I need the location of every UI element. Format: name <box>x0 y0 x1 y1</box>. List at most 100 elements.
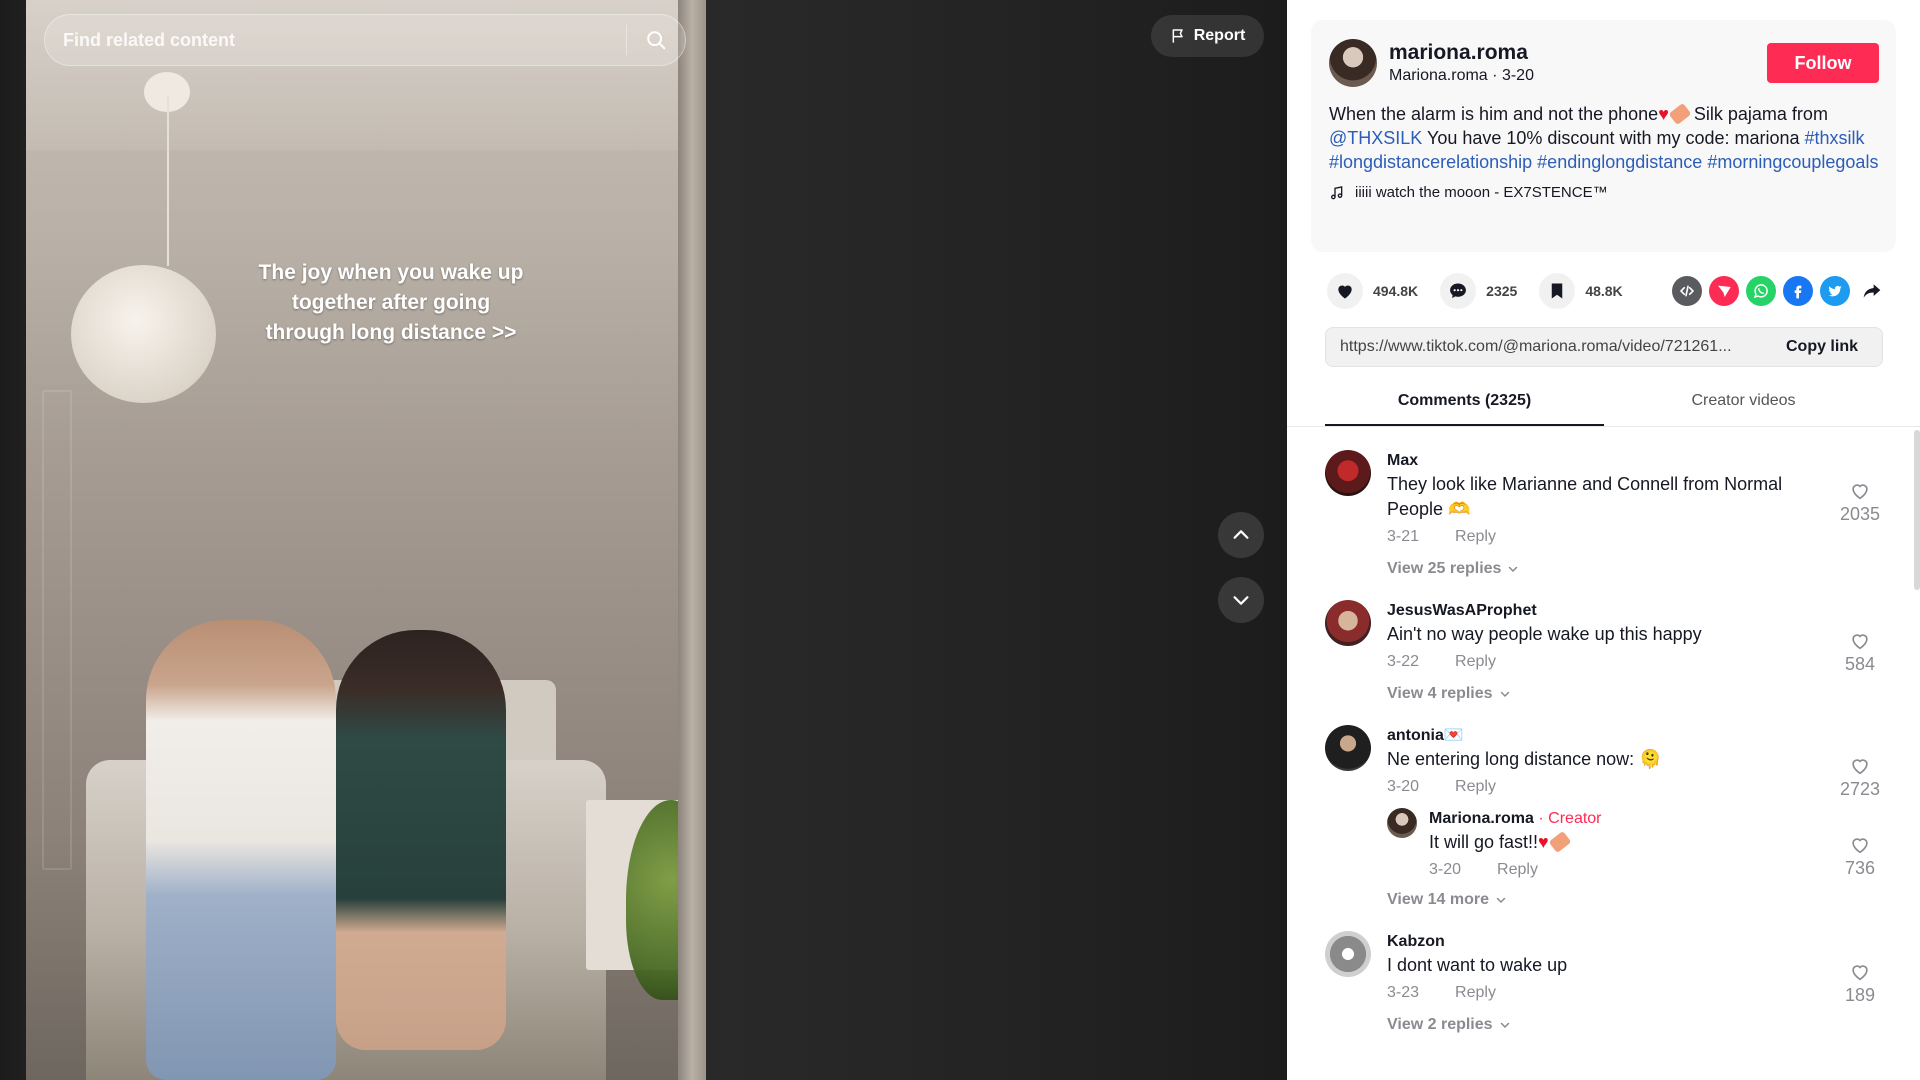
comments-scrollbar[interactable] <box>1914 430 1920 590</box>
reply-button[interactable]: Reply <box>1455 778 1496 796</box>
comment-like-count: 584 <box>1844 654 1876 674</box>
video-lamp-cord <box>167 96 169 266</box>
video-caption-line: through long distance >> <box>265 321 517 344</box>
author-username[interactable]: mariona.roma <box>1389 41 1767 65</box>
share-arrow-icon[interactable] <box>1857 276 1887 306</box>
reply-username-line: Mariona.roma · Creator <box>1429 808 1885 830</box>
send-glyph <box>1718 285 1731 297</box>
chevron-down-icon <box>1496 897 1506 904</box>
comment-username[interactable]: JesusWasAProphet <box>1387 600 1885 622</box>
comment-like-button[interactable]: 2723 <box>1835 755 1885 800</box>
reply-body: Mariona.roma · Creator It will go fast!!… <box>1429 808 1885 879</box>
video-caption-line: together after going <box>291 291 491 314</box>
comment-body: Kabzon I dont want to wake up 3-23 Reply… <box>1387 931 1885 1034</box>
video-caption-line: The joy when you wake up <box>258 261 524 284</box>
reply-like-button[interactable]: 736 <box>1835 834 1885 879</box>
comment-meta: 3-22 Reply <box>1387 653 1885 671</box>
copy-link-button[interactable]: Copy link <box>1762 338 1882 356</box>
description-text: You have 10% discount with my code: mari… <box>1422 128 1805 148</box>
whatsapp-icon[interactable] <box>1746 276 1776 306</box>
previous-video-button[interactable] <box>1218 512 1264 558</box>
comment-text: Ne entering long distance now: 🫠 <box>1387 749 1662 769</box>
reply-avatar[interactable] <box>1387 808 1417 838</box>
tab-creator-videos[interactable]: Creator videos <box>1604 384 1883 426</box>
comment-body: antonia💌 Ne entering long distance now: … <box>1387 725 1885 909</box>
post-date: 3-20 <box>1501 67 1534 84</box>
reply-text-line: It will go fast!!♥ <box>1429 830 1809 855</box>
hashtag-link[interactable]: #thxsilk <box>1805 128 1865 148</box>
author-avatar[interactable] <box>1329 39 1377 87</box>
reply-username[interactable]: Mariona.roma <box>1429 810 1534 827</box>
info-panel: mariona.roma Mariona.roma · 3-20 Follow … <box>1287 0 1920 1080</box>
comment-like-count: 2035 <box>1839 504 1881 524</box>
comment-icon <box>1450 283 1467 299</box>
video-person-man <box>146 620 336 1080</box>
heart-emoji-icon: ♥ <box>1538 832 1549 852</box>
follow-button[interactable]: Follow <box>1767 43 1879 83</box>
comment-date: 3-21 <box>1387 528 1420 545</box>
reply-button[interactable]: Reply <box>1455 653 1496 671</box>
view-more-button[interactable]: View 14 more <box>1387 891 1885 909</box>
commenter-avatar[interactable] <box>1325 600 1371 646</box>
embed-icon[interactable] <box>1672 276 1702 306</box>
report-button[interactable]: Report <box>1151 15 1264 57</box>
author-nickname: Mariona.roma <box>1389 67 1488 84</box>
twitter-icon[interactable] <box>1820 276 1850 306</box>
reply-text: It will go fast!! <box>1429 832 1539 852</box>
hashtag-link[interactable]: #morningcouplegoals <box>1707 152 1878 172</box>
commenter-avatar[interactable] <box>1325 450 1371 496</box>
heart-emoji-icon: ♥ <box>1658 104 1669 124</box>
description-text: Silk pajama from <box>1688 104 1828 124</box>
view-more-label: View 14 more <box>1387 891 1489 908</box>
comment-username[interactable]: Max <box>1387 450 1885 472</box>
music-row[interactable]: iiiii watch the mooon - EX7STENCE™ <box>1329 184 1878 201</box>
hashtag-link[interactable]: #endinglongdistance <box>1537 152 1702 172</box>
chevron-down-icon <box>1500 691 1509 698</box>
share-icons <box>1672 276 1887 306</box>
view-replies-button[interactable]: View 25 replies <box>1387 560 1885 578</box>
comment-like-button[interactable]: 584 <box>1835 630 1885 675</box>
flag-icon <box>1172 29 1183 43</box>
search-button[interactable] <box>627 15 685 65</box>
commenter-avatar[interactable] <box>1325 931 1371 977</box>
heart-outline-icon <box>1852 634 1868 650</box>
mention-link[interactable]: @THXSILK <box>1329 128 1422 148</box>
comment-meta: 3-23 Reply <box>1387 984 1885 1002</box>
heart-outline-icon <box>1852 838 1868 854</box>
next-video-button[interactable] <box>1218 577 1264 623</box>
commenter-avatar[interactable] <box>1325 725 1371 771</box>
comment-like-button[interactable]: 189 <box>1835 961 1885 1006</box>
tab-comments[interactable]: Comments (2325) <box>1325 384 1604 426</box>
comment-item: Kabzon I dont want to wake up 3-23 Reply… <box>1325 931 1885 1034</box>
search-input[interactable] <box>45 15 626 65</box>
comment-button[interactable]: 2325 <box>1440 273 1517 309</box>
comment-like-button[interactable]: 2035 <box>1835 480 1885 525</box>
panel-tabs: Comments (2325) Creator videos <box>1325 384 1883 426</box>
like-button[interactable]: 494.8K <box>1327 273 1418 309</box>
comment-text: I dont want to wake up <box>1387 955 1568 975</box>
facebook-icon[interactable] <box>1783 276 1813 306</box>
video-door-edge <box>678 0 706 1080</box>
comment-meta: 3-21 Reply <box>1387 528 1885 546</box>
hashtag-link[interactable]: #longdistancerelationship <box>1329 152 1532 172</box>
ticket-emoji-icon <box>1668 102 1692 126</box>
comment-meta: 3-20 Reply <box>1387 778 1885 796</box>
view-replies-button[interactable]: View 2 replies <box>1387 1016 1885 1034</box>
reply-button[interactable]: Reply <box>1455 984 1496 1002</box>
comment-text: Ain't no way people wake up this happy <box>1387 624 1702 644</box>
comment-username[interactable]: antonia💌 <box>1387 725 1885 747</box>
save-button[interactable]: 48.8K <box>1539 273 1623 309</box>
reply-button[interactable]: Reply <box>1455 528 1496 546</box>
comment-username[interactable]: Kabzon <box>1387 931 1885 953</box>
video-url[interactable]: https://www.tiktok.com/@mariona.roma/vid… <box>1326 338 1762 356</box>
video[interactable]: The joy when you wake up together after … <box>26 0 706 1080</box>
author-separator: · <box>1492 67 1502 84</box>
reply-button[interactable]: Reply <box>1497 861 1538 879</box>
chevron-down-icon <box>1233 596 1249 605</box>
send-icon[interactable] <box>1709 276 1739 306</box>
description-text: When the alarm is him and not the phone <box>1329 104 1659 124</box>
author-info: mariona.roma Mariona.roma · 3-20 <box>1389 41 1767 85</box>
view-replies-button[interactable]: View 4 replies <box>1387 685 1885 703</box>
author-row: mariona.roma Mariona.roma · 3-20 Follow <box>1329 38 1879 88</box>
chevron-down-icon <box>1509 566 1518 573</box>
